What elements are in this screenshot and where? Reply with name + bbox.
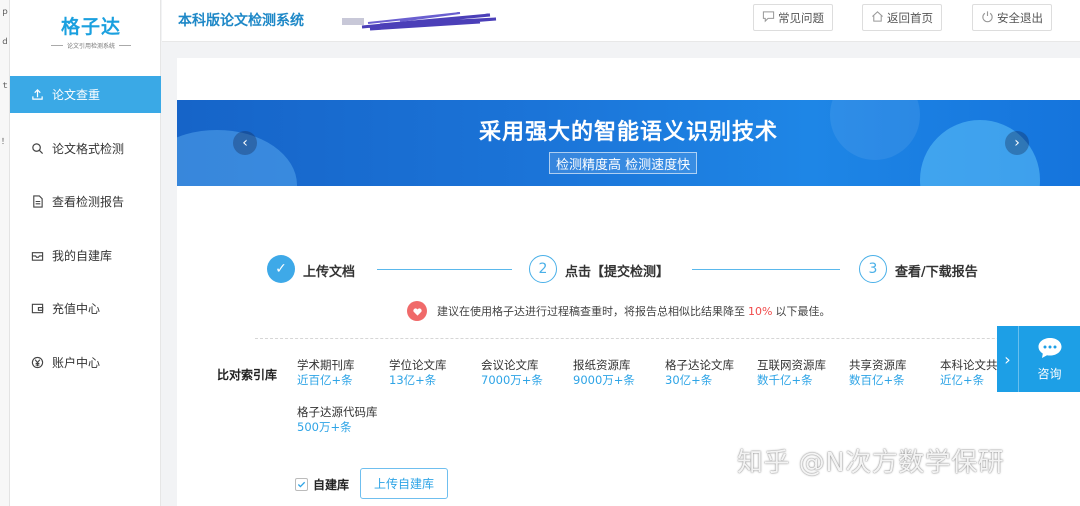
- consult-collapse-arrow[interactable]: ›: [997, 326, 1019, 392]
- chat-bubble-icon: [1037, 337, 1063, 362]
- library-name: 共享资源库: [849, 358, 907, 372]
- library-name: 格子达论文库: [665, 358, 734, 372]
- edge-mark: ！: [1, 137, 9, 146]
- sidebar-item-format-check[interactable]: 论文格式检测: [10, 130, 161, 167]
- library-count: 9000万+条: [573, 373, 635, 387]
- self-library-checkbox[interactable]: 自建库: [295, 476, 349, 493]
- main-content: 采用强大的智能语义识别技术 检测精度高 检测速度快 ‹ › ✓ 上传文档 2 点…: [177, 58, 1080, 506]
- library-name: 本科论文共: [940, 358, 997, 372]
- redacted-username-scribble: [342, 12, 497, 31]
- sidebar-item-label: 我的自建库: [52, 248, 113, 263]
- library-item: 报纸资源库 9000万+条: [573, 358, 635, 388]
- chat-bubble-icon: [762, 10, 775, 26]
- consult-button[interactable]: 咨询: [1019, 326, 1080, 392]
- wallet-icon: [30, 302, 44, 316]
- edge-mark: ｔ: [1, 81, 9, 90]
- library-name: 报纸资源库: [573, 358, 631, 372]
- checkbox-checked-icon: [295, 478, 308, 491]
- step-2-label: 点击【提交检测】: [565, 265, 670, 280]
- upload-icon: [30, 88, 44, 102]
- top-header: 本科版论文检测系统 常见问题 返回首页 安全退出: [162, 0, 1080, 42]
- library-count: 13亿+条: [389, 373, 437, 387]
- upload-self-library-button[interactable]: 上传自建库: [360, 468, 448, 499]
- sidebar-item-label: 账户中心: [52, 355, 101, 370]
- search-icon: [30, 141, 44, 155]
- consult-label: 咨询: [1037, 366, 1062, 381]
- compare-library-label: 比对索引库: [217, 368, 278, 382]
- inbox-icon: [30, 248, 44, 262]
- sidebar-nav: 论文查重 论文格式检测 查看检测报告 我的自建库 充值中心 账户中心: [10, 76, 161, 397]
- library-item: 共享资源库 数百亿+条: [849, 358, 907, 388]
- sidebar-item-label: 论文格式检测: [52, 141, 125, 156]
- library-item: 学术期刊库 近百亿+条: [297, 358, 355, 388]
- faq-button[interactable]: 常见问题: [753, 4, 833, 31]
- library-item: 互联网资源库 数千亿+条: [757, 358, 826, 388]
- library-item: 学位论文库 13亿+条: [389, 358, 447, 388]
- watermark-text: 知乎 @N次方数学保研: [737, 448, 1005, 478]
- banner-title: 采用强大的智能语义识别技术: [478, 120, 778, 145]
- library-item: 格子达论文库 30亿+条: [665, 358, 734, 388]
- step-3-number: 3: [859, 255, 887, 283]
- tip-text-end: 以下最佳。: [775, 305, 831, 318]
- logo[interactable]: 格子达 论文引用检测系统: [36, 12, 146, 52]
- library-name: 学位论文库: [389, 358, 447, 372]
- logout-button[interactable]: 安全退出: [972, 4, 1052, 31]
- home-label: 返回首页: [887, 10, 933, 25]
- sidebar-item-label: 充值中心: [52, 302, 101, 316]
- yen-icon: [30, 355, 44, 369]
- document-icon: [30, 195, 44, 209]
- sidebar-item-account[interactable]: 账户中心: [10, 344, 161, 381]
- logout-label: 安全退出: [997, 10, 1043, 25]
- carousel-next-button[interactable]: ›: [1005, 131, 1029, 155]
- sidebar-item-recharge[interactable]: 充值中心: [10, 290, 161, 327]
- window-edge-strip: ｐ ｄ ｔ ！: [0, 0, 10, 506]
- edge-mark: ｄ: [1, 37, 9, 46]
- hero-banner-carousel: 采用强大的智能语义识别技术 检测精度高 检测速度快 ‹ ›: [177, 100, 1080, 186]
- library-count: 近亿+条: [940, 373, 985, 387]
- step-connector: [377, 269, 512, 270]
- faq-label: 常见问题: [778, 10, 824, 25]
- sidebar-item-label: 查看检测报告: [52, 195, 125, 209]
- library-count: 近百亿+条: [297, 373, 353, 387]
- library-count: 7000万+条: [481, 373, 543, 387]
- library-name: 会议论文库: [481, 358, 539, 372]
- library-item: 会议论文库 7000万+条: [481, 358, 543, 388]
- library-item: 格子达源代码库 500万+条: [297, 405, 378, 435]
- library-name: 互联网资源库: [757, 358, 826, 372]
- step-3-label: 查看/下载报告: [895, 265, 978, 280]
- sidebar-item-reports[interactable]: 查看检测报告: [10, 183, 161, 220]
- step-2-number: 2: [529, 255, 557, 283]
- sidebar-item-self-library[interactable]: 我的自建库: [10, 237, 161, 274]
- power-icon: [981, 10, 994, 26]
- library-name: 学术期刊库: [297, 358, 355, 372]
- heart-icon: [407, 301, 427, 321]
- library-count: 30亿+条: [665, 373, 713, 387]
- library-name: 格子达源代码库: [297, 405, 378, 419]
- logo-text: 格子达: [60, 16, 121, 38]
- banner-subtitle: 检测精度高 检测速度快: [549, 152, 698, 174]
- carousel-prev-button[interactable]: ‹: [233, 131, 257, 155]
- divider: [255, 338, 1080, 339]
- sidebar-item-paper-check[interactable]: 论文查重: [10, 76, 161, 113]
- step-connector: [692, 269, 840, 270]
- home-button[interactable]: 返回首页: [862, 4, 942, 31]
- step-1-label: 上传文档: [303, 265, 356, 280]
- library-item: 本科论文共 近亿+条: [940, 358, 997, 388]
- library-count: 数千亿+条: [757, 373, 813, 387]
- app-title: 本科版论文检测系统: [178, 13, 304, 29]
- step-1-check-icon: ✓: [267, 255, 295, 283]
- logo-subtitle: 论文引用检测系统: [66, 43, 115, 50]
- home-icon: [871, 10, 884, 26]
- library-count: 500万+条: [297, 420, 352, 434]
- logo-subtitle-row: 论文引用检测系统: [36, 41, 146, 50]
- edge-mark: ｐ: [1, 7, 9, 16]
- tip-text: 建议在使用格子达进行过程稿查重时，将报告总相似比结果降至: [437, 305, 745, 318]
- sidebar: 格子达 论文引用检测系统 论文查重 论文格式检测 查看检测报告 我的自建库 充值…: [10, 0, 161, 506]
- progress-steps: ✓ 上传文档 2 点击【提交检测】 3 查看/下载报告: [267, 255, 1007, 285]
- library-count: 数百亿+条: [849, 373, 905, 387]
- self-library-label: 自建库: [313, 478, 350, 492]
- tip-percent: 10%: [748, 304, 773, 318]
- sidebar-item-label: 论文查重: [52, 88, 101, 102]
- similarity-tip: 建议在使用格子达进行过程稿查重时，将报告总相似比结果降至 10% 以下最佳。: [407, 301, 830, 321]
